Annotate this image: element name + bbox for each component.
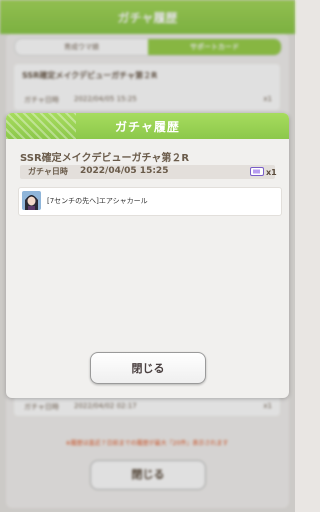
gacha-date-label: ガチャ日時 (28, 167, 68, 176)
ticket-icon (250, 167, 264, 176)
ticket-count: x1 (266, 168, 277, 177)
close-button[interactable]: 閉じる (90, 352, 206, 384)
gacha-name: SSR確定メイクデビューガチャ第２R (20, 153, 190, 164)
gacha-date-row: ガチャ日時 2022/04/05 15:25 (20, 165, 275, 179)
character-portrait-icon (22, 191, 41, 210)
result-item[interactable]: [7センチの先へ]エアシャカール (18, 187, 282, 216)
close-button-label: 閉じる (131, 362, 165, 375)
dialog-header: ガチャ履歴 (6, 113, 289, 139)
gacha-date-value: 2022/04/05 15:25 (80, 166, 169, 176)
gacha-history-dialog: ガチャ履歴 SSR確定メイクデビューガチャ第２R ガチャ日時 2022/04/0… (6, 113, 289, 398)
result-item-label: [7センチの先へ]エアシャカール (47, 197, 148, 205)
dialog-title: ガチャ履歴 (115, 120, 180, 134)
